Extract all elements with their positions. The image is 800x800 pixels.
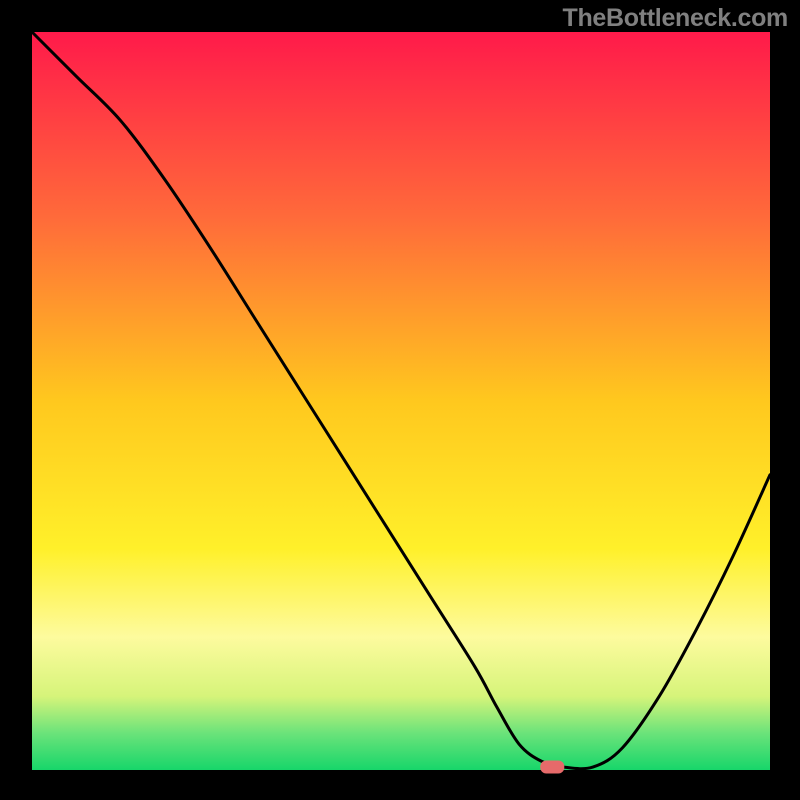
chart-frame: TheBottleneck.com	[0, 0, 800, 800]
bottleneck-chart	[0, 0, 800, 800]
optimal-marker	[540, 761, 564, 774]
plot-background	[32, 32, 770, 770]
watermark-text: TheBottleneck.com	[562, 4, 788, 33]
